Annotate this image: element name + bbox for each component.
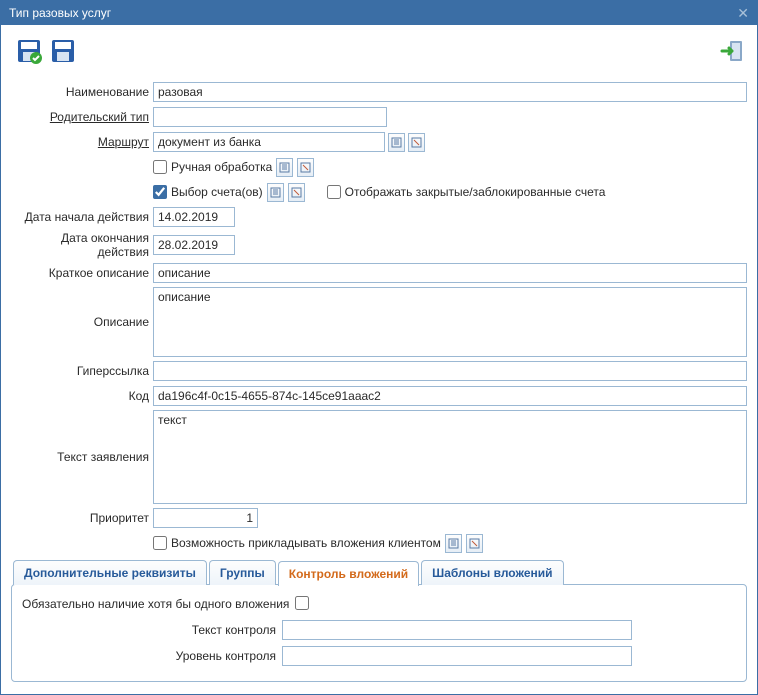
priority-input[interactable] — [153, 508, 258, 528]
account-clear-button[interactable] — [288, 183, 305, 202]
route-input[interactable] — [153, 132, 385, 152]
row-priority: Приоритет — [11, 507, 747, 529]
app-text-label: Текст заявления — [11, 410, 153, 464]
titlebar: Тип разовых услуг ✕ — [1, 1, 757, 25]
tab-attachment-control[interactable]: Контроль вложений — [278, 561, 419, 586]
hyperlink-input[interactable] — [153, 361, 747, 381]
required-attachment-label: Обязательно наличие хотя бы одного вложе… — [22, 597, 295, 611]
row-manual: Ручная обработка — [11, 156, 747, 178]
window-title: Тип разовых услуг — [9, 6, 111, 20]
row-end-date: Дата окончания действия — [11, 231, 747, 259]
row-desc: Описание — [11, 287, 747, 357]
show-closed-checkbox[interactable] — [327, 185, 341, 199]
row-route: Маршрут — [11, 131, 747, 153]
row-start-date: Дата начала действия — [11, 206, 747, 228]
parent-type-label[interactable]: Родительский тип — [11, 110, 153, 124]
desc-textarea[interactable] — [153, 287, 747, 357]
window-content: Наименование Родительский тип Маршрут — [1, 25, 757, 694]
parent-type-input[interactable] — [153, 107, 387, 127]
attach-clear-button[interactable] — [466, 534, 483, 553]
code-label: Код — [11, 389, 153, 403]
page-icon — [291, 187, 302, 198]
account-lookup-button[interactable] — [267, 183, 284, 202]
page-icon — [300, 162, 311, 173]
exit-button[interactable] — [719, 37, 747, 65]
row-account-select: Выбор счета(ов) Отображать закрытые/забл… — [11, 181, 747, 203]
toolbar-left — [15, 37, 77, 65]
door-exit-icon — [720, 38, 746, 64]
floppy-icon — [50, 38, 76, 64]
row-code: Код — [11, 385, 747, 407]
short-desc-label: Краткое описание — [11, 266, 153, 280]
priority-label: Приоритет — [11, 511, 153, 525]
row-short-desc: Краткое описание — [11, 262, 747, 284]
tabs-container: Дополнительные реквизиты Группы Контроль… — [11, 560, 747, 682]
save-and-close-button[interactable] — [15, 37, 43, 65]
list-icon — [270, 187, 281, 198]
start-date-input[interactable] — [153, 207, 235, 227]
account-select-label: Выбор счета(ов) — [171, 185, 263, 199]
hyperlink-label: Гиперссылка — [11, 364, 153, 378]
tab-panel-attachment-control: Обязательно наличие хотя бы одного вложе… — [11, 584, 747, 682]
toolbar — [11, 33, 747, 77]
tab-list: Дополнительные реквизиты Группы Контроль… — [13, 560, 747, 585]
tab-groups[interactable]: Группы — [209, 560, 276, 585]
end-date-input[interactable] — [153, 235, 235, 255]
page-icon — [469, 538, 480, 549]
page-icon — [411, 137, 422, 148]
row-app-text: Текст заявления — [11, 410, 747, 504]
route-lookup-button[interactable] — [388, 133, 405, 152]
list-icon — [391, 137, 402, 148]
row-required-attachment: Обязательно наличие хотя бы одного вложе… — [22, 593, 736, 615]
row-control-text: Текст контроля — [22, 619, 736, 641]
show-closed-label: Отображать закрытые/заблокированные счет… — [345, 185, 606, 199]
tab-attachment-templates[interactable]: Шаблоны вложений — [421, 560, 563, 585]
route-clear-button[interactable] — [408, 133, 425, 152]
control-level-label: Уровень контроля — [22, 649, 282, 663]
control-text-label: Текст контроля — [22, 623, 282, 637]
client-attach-label: Возможность прикладывать вложения клиент… — [171, 536, 441, 550]
name-input[interactable] — [153, 82, 747, 102]
manual-processing-checkbox[interactable] — [153, 160, 167, 174]
row-hyper: Гиперссылка — [11, 360, 747, 382]
row-attach: Возможность прикладывать вложения клиент… — [11, 532, 747, 554]
desc-label: Описание — [11, 287, 153, 329]
row-parent: Родительский тип — [11, 106, 747, 128]
list-icon — [448, 538, 459, 549]
required-attachment-checkbox[interactable] — [295, 596, 309, 610]
row-name: Наименование — [11, 81, 747, 103]
control-level-input[interactable] — [282, 646, 632, 666]
form: Наименование Родительский тип Маршрут — [11, 77, 747, 554]
code-input[interactable] — [153, 386, 747, 406]
list-icon — [279, 162, 290, 173]
route-label[interactable]: Маршрут — [11, 135, 153, 149]
manual-processing-label: Ручная обработка — [171, 160, 272, 174]
save-button[interactable] — [49, 37, 77, 65]
end-date-label: Дата окончания действия — [11, 231, 153, 259]
account-select-checkbox[interactable] — [153, 185, 167, 199]
app-text-textarea[interactable] — [153, 410, 747, 504]
close-icon[interactable]: ✕ — [737, 5, 749, 22]
dialog-window: Тип разовых услуг ✕ — [0, 0, 758, 695]
row-control-level: Уровень контроля — [22, 645, 736, 667]
attach-lookup-button[interactable] — [445, 534, 462, 553]
client-attach-checkbox[interactable] — [153, 536, 167, 550]
short-desc-input[interactable] — [153, 263, 747, 283]
control-text-input[interactable] — [282, 620, 632, 640]
name-label: Наименование — [11, 85, 153, 99]
manual-lookup-button[interactable] — [276, 158, 293, 177]
manual-clear-button[interactable] — [297, 158, 314, 177]
floppy-check-icon — [16, 38, 42, 64]
tab-additional-requisites[interactable]: Дополнительные реквизиты — [13, 560, 207, 585]
start-date-label: Дата начала действия — [11, 210, 153, 224]
